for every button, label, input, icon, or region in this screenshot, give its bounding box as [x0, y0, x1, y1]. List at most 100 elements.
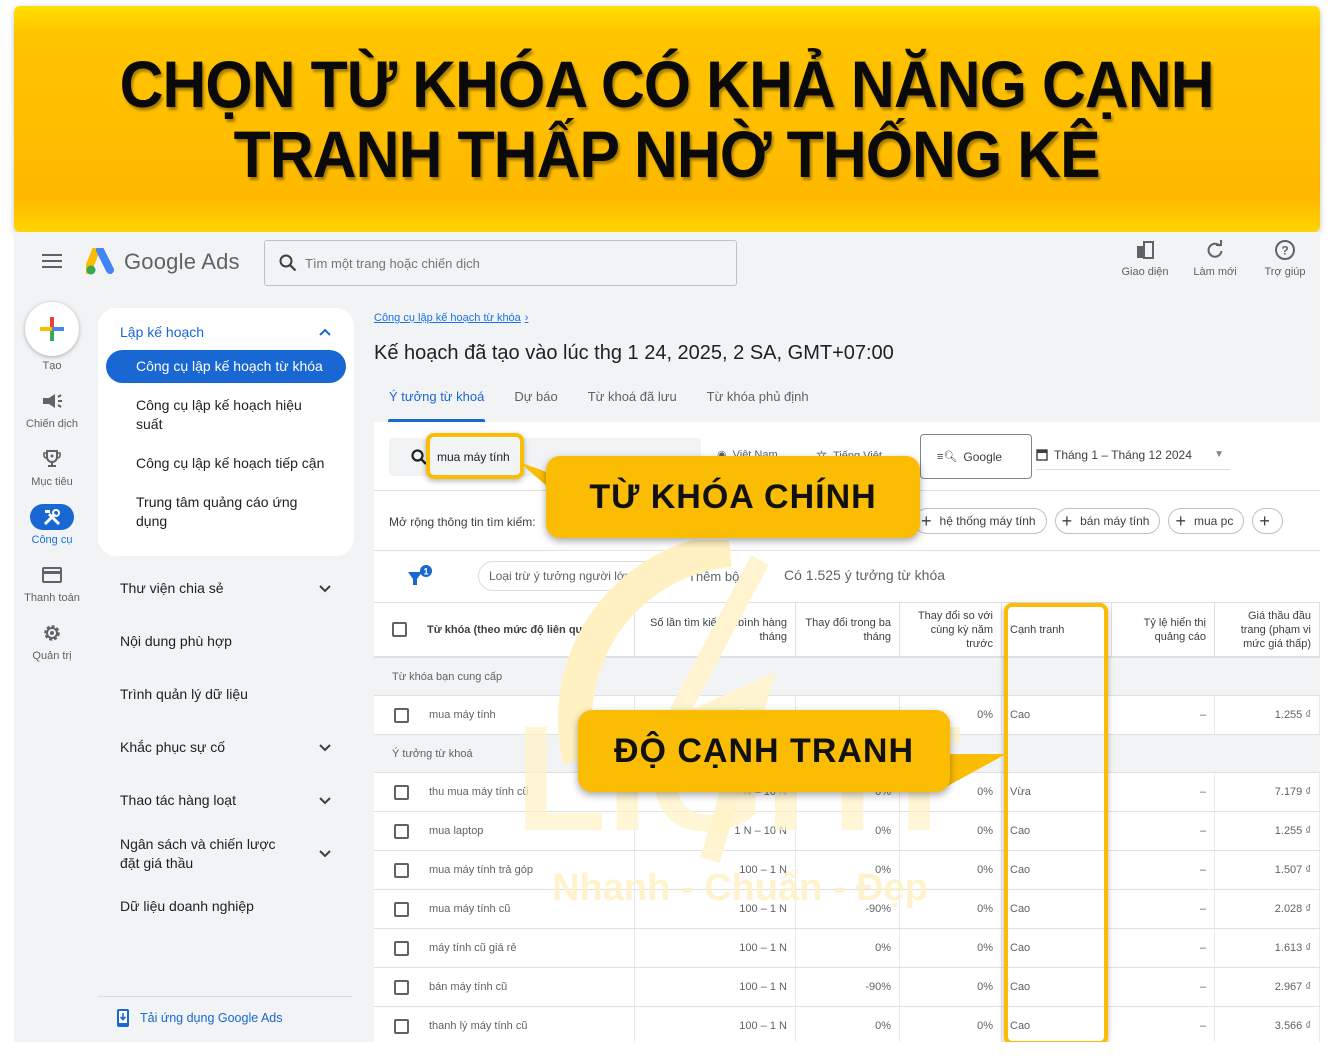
nav-group-data-manager[interactable]: Trình quản lý dữ liệu: [98, 668, 354, 721]
cell-avg-searches: 100 – 1 N: [635, 968, 796, 1006]
select-all-checkbox[interactable]: [392, 622, 407, 637]
cell-three-month-change: -90%: [796, 890, 900, 928]
row-checkbox[interactable]: [394, 979, 409, 995]
breadcrumb-keyword-planner[interactable]: Công cụ lập kế hoạch từ khóa: [374, 312, 521, 324]
row-checkbox[interactable]: [394, 823, 409, 839]
planning-section-header[interactable]: Lập kế hoạch: [106, 318, 346, 350]
google-ads-logo[interactable]: Google Ads: [86, 248, 240, 276]
cell-top-bid-low: 1.613 ₫: [1215, 929, 1320, 967]
refresh-button[interactable]: Làm mới: [1180, 238, 1250, 278]
expand-chip[interactable]: + mua pc: [1168, 508, 1245, 534]
nav-item-app-advertising-hub[interactable]: Trung tâm quảng cáo ứng dụng: [106, 486, 346, 538]
rail-item-campaigns[interactable]: Chiến dịch: [14, 388, 90, 430]
banner-line-2: TRANH THẤP NHỜ THỐNG KÊ: [233, 117, 1101, 191]
chevron-down-icon: [319, 796, 331, 804]
cell-avg-searches: 100 – 1 N: [635, 929, 796, 967]
left-rail: Tạo Chiến dịch Mục tiêu Công cụ Thanh to…: [14, 302, 90, 678]
date-range-selector[interactable]: Tháng 1 – Tháng 12 2024 ▼: [1036, 440, 1230, 470]
search-network-selector[interactable]: ≡🔍︎ Google: [920, 434, 1032, 479]
filter-count-badge: 1: [423, 567, 428, 577]
competition-callout-tail: [944, 754, 1006, 788]
nav-item-performance-planner[interactable]: Công cụ lập kế hoạch hiệu suất: [106, 389, 346, 441]
column-header-keyword[interactable]: Từ khóa (theo mức độ liên quan): [374, 603, 635, 656]
chevron-down-icon: [319, 584, 331, 592]
column-header-competition[interactable]: Cạnh tranh: [1002, 603, 1112, 656]
cell-yoy-change: 0%: [900, 968, 1002, 1006]
table-row[interactable]: mua máy tính cũ 100 – 1 N -90% 0% Cao –2.028 …: [374, 890, 1320, 929]
download-app-link[interactable]: Tải ứng dụng Google Ads: [116, 1008, 283, 1028]
nav-group-bulk-actions[interactable]: Thao tác hàng loạt: [98, 774, 354, 827]
rail-label-campaigns: Chiến dịch: [26, 418, 78, 430]
nav-group-label: Trình quản lý dữ liệu: [120, 686, 248, 702]
column-header-avg-searches[interactable]: Số lần tìm kiếm tr.bình hàng tháng: [635, 603, 796, 656]
cell-three-month-change: 0%: [796, 851, 900, 889]
row-checkbox[interactable]: [394, 707, 409, 723]
hamburger-menu-icon[interactable]: [42, 254, 62, 270]
nav-group-budgets-bidding[interactable]: Ngân sách và chiến lược đặt giá thầu: [98, 827, 354, 880]
rail-item-tools[interactable]: Công cụ: [14, 504, 90, 546]
expand-chip-more[interactable]: +: [1252, 508, 1283, 534]
table-row[interactable]: mua máy tính trả góp 100 – 1 N 0% 0% Cao –1.5…: [374, 851, 1320, 890]
nav-group-content-suitability[interactable]: Nội dung phù hợp: [98, 615, 354, 668]
table-row[interactable]: bán máy tính cũ 100 – 1 N -90% 0% Cao –2.967 …: [374, 968, 1320, 1007]
expand-search-label: Mở rộng thông tin tìm kiếm:: [389, 515, 536, 529]
cell-impression-share: –: [1112, 773, 1215, 811]
help-button[interactable]: ? Trợ giúp: [1250, 238, 1320, 278]
create-button[interactable]: [25, 302, 79, 356]
add-filter-button[interactable]: Thêm bộ lọc: [688, 569, 760, 584]
global-search-input[interactable]: [305, 255, 705, 271]
column-header-three-month-change[interactable]: Thay đổi trong ba tháng: [796, 603, 900, 656]
keyword-search-value[interactable]: mua máy tính: [437, 450, 510, 464]
nav-group-business-data[interactable]: Dữ liệu doanh nghiệp: [98, 880, 354, 933]
nav-group-troubleshooting[interactable]: Khắc phục sự cố: [98, 721, 354, 774]
rail-item-create[interactable]: Tạo: [14, 302, 90, 372]
filter-button[interactable]: 1: [406, 564, 434, 593]
breadcrumb[interactable]: Công cụ lập kế hoạch từ khóa ›: [374, 312, 528, 324]
column-header-yoy-change[interactable]: Thay đổi so với cùng kỳ năm trước: [900, 603, 1002, 656]
row-checkbox[interactable]: [394, 901, 409, 917]
table-row[interactable]: máy tính cũ giá rẻ 100 – 1 N 0% 0% Cao –1.613…: [374, 929, 1320, 968]
idea-rows: thu mua máy tính cũ 1 N – 10 N 0% 0% Vừa –7.1…: [374, 773, 1320, 1042]
keyword-text: mua máy tính trả góp: [429, 864, 533, 876]
cell-competition: Cao: [1010, 709, 1031, 721]
close-icon[interactable]: ✕: [639, 566, 652, 586]
tab-keyword-ideas[interactable]: Ý tưởng từ khoá: [387, 389, 486, 422]
row-checkbox[interactable]: [394, 1018, 409, 1034]
cell-yoy-change: 0%: [900, 890, 1002, 928]
row-checkbox[interactable]: [394, 940, 409, 956]
nav-item-keyword-planner[interactable]: Công cụ lập kế hoạch từ khóa: [106, 350, 346, 383]
cell-impression-share: –: [1112, 890, 1215, 928]
expand-chip[interactable]: + bán máy tính: [1054, 508, 1161, 534]
rail-item-billing[interactable]: Thanh toán: [14, 562, 90, 604]
tab-forecast[interactable]: Dự báo: [514, 389, 557, 422]
appearance-button[interactable]: Giao diện: [1110, 238, 1180, 278]
cell-yoy-change: 0%: [900, 929, 1002, 967]
exclude-adult-ideas-chip[interactable]: Loại trừ ý tưởng người lớn ✕: [478, 561, 664, 591]
keyword-text: bán máy tính cũ: [429, 981, 508, 993]
search-icon: [411, 449, 427, 465]
column-header-impression-share[interactable]: Tỷ lệ hiển thị quảng cáo: [1112, 603, 1215, 656]
tab-saved-keywords[interactable]: Từ khoá đã lưu: [588, 389, 677, 422]
rail-item-goals[interactable]: Mục tiêu: [14, 446, 90, 488]
column-header-top-bid-low[interactable]: Giá thầu đầu trang (phạm vi mức giá thấp…: [1215, 603, 1320, 656]
cell-keyword: thanh lý máy tính cũ: [374, 1007, 635, 1042]
top-bar: Google Ads Giao diện Làm mới ? Trợ giúp: [14, 232, 1320, 296]
cell-impression-share: –: [1112, 851, 1215, 889]
table-row[interactable]: thanh lý máy tính cũ 100 – 1 N 0% 0% Cao –3.5…: [374, 1007, 1320, 1042]
tab-negative-keywords[interactable]: Từ khóa phủ định: [707, 389, 809, 422]
table-row[interactable]: mua laptop 1 N – 10 N 0% 0% Cao –1.255 ₫: [374, 812, 1320, 851]
nav-group-label: Khắc phục sự cố: [120, 739, 226, 755]
nav-item-reach-planner[interactable]: Công cụ lập kế hoạch tiếp cận: [106, 447, 346, 480]
row-checkbox[interactable]: [394, 784, 409, 800]
refresh-label: Làm mới: [1193, 266, 1237, 278]
rail-item-admin[interactable]: Quản trị: [14, 620, 90, 662]
column-header-label: Từ khóa (theo mức độ liên quan): [427, 623, 599, 636]
row-checkbox[interactable]: [394, 862, 409, 878]
appearance-icon: [1137, 241, 1154, 259]
download-app-label: Tải ứng dụng Google Ads: [140, 1011, 283, 1025]
expand-chip[interactable]: + hệ thống máy tính: [914, 508, 1047, 534]
title-banner: CHỌN TỪ KHÓA CÓ KHẢ NĂNG CẠNH TRANH THẤP…: [14, 6, 1320, 232]
nav-group-shared-library[interactable]: Thư viện chia sẻ: [98, 562, 354, 615]
cell-avg-searches: 100 – 1 N: [635, 851, 796, 889]
global-search-box[interactable]: [264, 240, 737, 286]
